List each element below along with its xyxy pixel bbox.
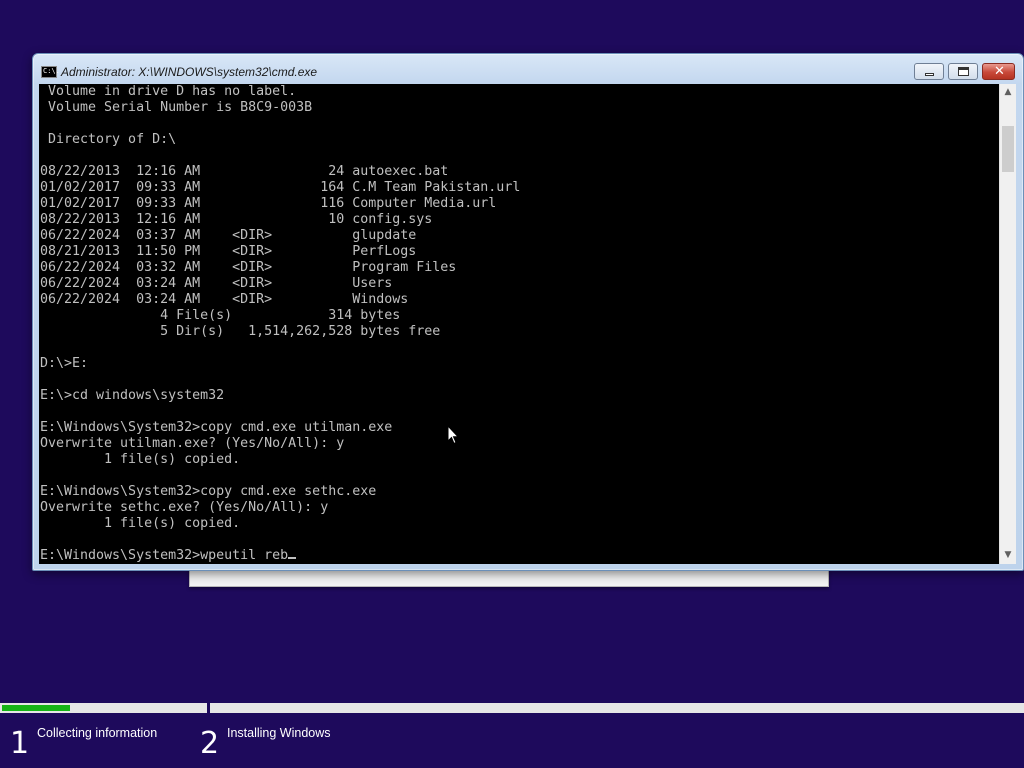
console-line: Volume Serial Number is B8C9-003B bbox=[40, 100, 313, 115]
console-line: 06/22/2024 03:37 AM <DIR> glupdate bbox=[40, 228, 417, 243]
text-cursor bbox=[288, 557, 297, 559]
minimize-icon bbox=[925, 73, 934, 76]
step-number: 2 bbox=[200, 726, 220, 761]
setup-desktop: C:\. Administrator: X:\WINDOWS\system32\… bbox=[0, 0, 1024, 768]
console-line: D:\>E: bbox=[40, 356, 89, 371]
progress-fill bbox=[2, 705, 70, 711]
progress-segment-installing bbox=[210, 703, 1024, 713]
console-line: 01/02/2017 09:33 AM 164 C.M Team Pakista… bbox=[40, 180, 521, 195]
console-output[interactable]: Volume in drive D has no label. Volume S… bbox=[40, 84, 1000, 564]
scroll-thumb[interactable] bbox=[1002, 126, 1014, 172]
console-input-line[interactable]: E:\Windows\System32>wpeutil reb bbox=[40, 548, 1000, 564]
console-line: 5 Dir(s) 1,514,262,528 bytes free bbox=[40, 324, 441, 339]
setup-progress-bar bbox=[0, 703, 1024, 713]
maximize-button[interactable] bbox=[948, 63, 978, 80]
console-line: 06/22/2024 03:24 AM <DIR> Windows bbox=[40, 292, 409, 307]
console-line: 08/22/2013 12:16 AM 24 autoexec.bat bbox=[40, 164, 449, 179]
console-line: E:\>cd windows\system32 bbox=[40, 388, 225, 403]
cmd-icon-text: C:\. bbox=[43, 67, 60, 75]
console-area[interactable]: Volume in drive D has no label. Volume S… bbox=[39, 84, 1016, 564]
console-line: E:\Windows\System32>copy cmd.exe sethc.e… bbox=[40, 484, 377, 499]
console-current-input[interactable]: E:\Windows\System32>wpeutil reb bbox=[40, 548, 288, 563]
console-line: 06/22/2024 03:24 AM <DIR> Users bbox=[40, 276, 393, 291]
mouse-pointer-icon bbox=[447, 425, 459, 445]
scroll-down-arrow-icon[interactable]: ▼ bbox=[1000, 547, 1016, 564]
cmd-icon[interactable]: C:\. bbox=[41, 66, 60, 78]
minimize-button[interactable] bbox=[914, 63, 944, 80]
window-title: Administrator: X:\WINDOWS\system32\cmd.e… bbox=[61, 65, 318, 79]
maximize-icon bbox=[958, 67, 969, 76]
console-line: 1 file(s) copied. bbox=[40, 516, 241, 531]
step-label: Installing Windows bbox=[227, 726, 331, 740]
console-line: Directory of D:\ bbox=[40, 132, 177, 147]
progress-segment-collecting bbox=[0, 703, 207, 713]
console-line: Volume in drive D has no label. bbox=[40, 84, 297, 99]
console-line: 4 File(s) 314 bytes bbox=[40, 308, 401, 323]
vertical-scrollbar[interactable]: ▲ ▼ bbox=[999, 84, 1016, 564]
console-line: Overwrite utilman.exe? (Yes/No/All): y bbox=[40, 436, 345, 451]
close-icon: ✕ bbox=[994, 64, 1005, 79]
console-line: 08/22/2013 12:16 AM 10 config.sys bbox=[40, 212, 433, 227]
console-line: 06/22/2024 03:32 AM <DIR> Program Files bbox=[40, 260, 457, 275]
title-bar[interactable]: C:\. Administrator: X:\WINDOWS\system32\… bbox=[33, 54, 1023, 84]
step-label: Collecting information bbox=[37, 726, 158, 740]
console-line: Overwrite sethc.exe? (Yes/No/All): y bbox=[40, 500, 329, 515]
step-number: 1 bbox=[10, 726, 30, 761]
console-line: 08/21/2013 11:50 PM <DIR> PerfLogs bbox=[40, 244, 417, 259]
console-line: 01/02/2017 09:33 AM 116 Computer Media.u… bbox=[40, 196, 497, 211]
console-line: 1 file(s) copied. bbox=[40, 452, 241, 467]
close-button[interactable]: ✕ bbox=[982, 63, 1015, 80]
scroll-up-arrow-icon[interactable]: ▲ bbox=[1000, 84, 1016, 101]
cmd-window[interactable]: C:\. Administrator: X:\WINDOWS\system32\… bbox=[32, 53, 1024, 571]
console-line: E:\Windows\System32>copy cmd.exe utilman… bbox=[40, 420, 393, 435]
